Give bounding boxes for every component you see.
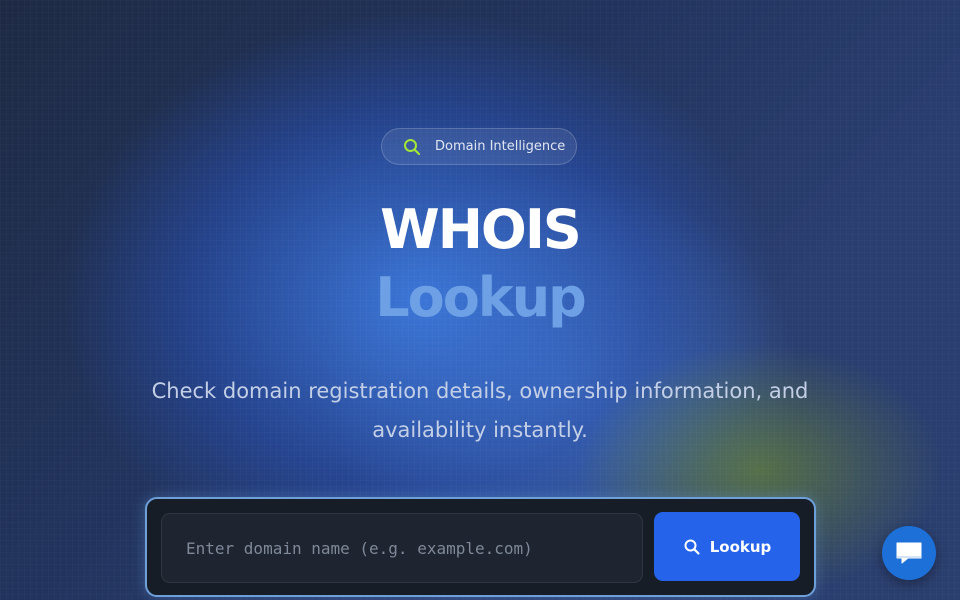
search-icon [402,137,422,157]
page-subtitle: Check domain registration details, owner… [151,379,809,442]
badge-label: Domain Intelligence [435,139,566,154]
chat-widget-button[interactable] [882,526,936,580]
lookup-button[interactable]: Lookup [654,512,800,581]
page-title-secondary: Lookup [375,266,587,329]
lookup-button-label: Lookup [709,537,772,556]
domain-search-input[interactable] [161,513,643,583]
chat-bubble-icon [894,540,924,566]
page-title: WHOIS [380,198,582,261]
search-icon [683,538,701,556]
domain-intelligence-badge: Domain Intelligence [381,128,577,165]
search-form: Lookup [145,497,816,597]
